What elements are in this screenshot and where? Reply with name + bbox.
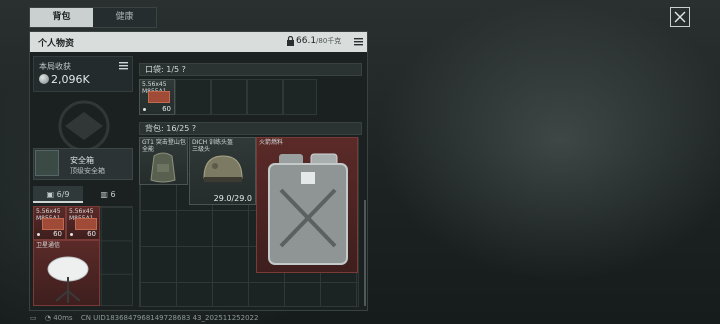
item-name: DICH 训练头盔 三级头 xyxy=(192,139,233,153)
helmet-item[interactable]: DICH 训练头盔 三级头 29.0/29.0 xyxy=(189,137,256,205)
scrollbar[interactable] xyxy=(364,200,366,306)
item-name: 火箭燃料 xyxy=(259,139,284,146)
tab-container-1[interactable]: ▣ 6/9 xyxy=(33,186,83,203)
item-count: 60 xyxy=(87,230,96,238)
pocket-slot[interactable] xyxy=(175,79,211,115)
earnings-list-icon[interactable] xyxy=(119,61,128,70)
tab-backpack[interactable]: 背包 xyxy=(30,8,93,27)
jerrycan-icon xyxy=(268,153,348,265)
container-tab-2-label: 6 xyxy=(110,190,116,199)
coin-icon xyxy=(39,74,49,84)
item-dot-icon xyxy=(37,233,40,236)
ammo-box-icon xyxy=(42,218,64,230)
safe-box-subtitle: 顶级安全箱 xyxy=(70,167,105,175)
item-dot-icon xyxy=(143,108,146,111)
list-view-icon[interactable] xyxy=(354,37,363,46)
status-bar: ▭ ◔ 40ms CN UID1836847968149728683 43_20… xyxy=(30,314,258,322)
close-icon xyxy=(674,11,686,23)
earnings-value: 2,096K xyxy=(51,73,90,86)
pocket-ammo-item[interactable]: 5.56x45 M855A1 60 xyxy=(139,79,175,115)
ping-value: 40ms xyxy=(53,314,73,322)
backpack-item[interactable]: GT1 突击登山包 全能 xyxy=(139,137,188,185)
satellite-dish-icon xyxy=(47,256,89,303)
helmet-icon xyxy=(203,155,243,182)
panel-title: 个人物资 xyxy=(38,39,75,49)
item-count: 60 xyxy=(53,230,62,238)
emblem-icon xyxy=(58,100,110,152)
tab-container-2[interactable]: ▥ 6 xyxy=(83,186,133,203)
container-tab-1-label: 6/9 xyxy=(56,190,70,199)
pocket-slot[interactable] xyxy=(283,79,317,115)
ammo-box-icon xyxy=(148,91,170,103)
backpack-icon xyxy=(150,152,176,183)
earnings-label: 本局收获 xyxy=(39,62,71,71)
battery-icon: ▭ xyxy=(30,314,37,322)
pocket-slot[interactable] xyxy=(211,79,247,115)
tab-health[interactable]: 健康 xyxy=(93,8,156,27)
safe-box-name: 安全箱 xyxy=(70,156,94,165)
weight-icon xyxy=(287,36,294,46)
pocket-slot[interactable] xyxy=(247,79,283,115)
canister-icon: ▥ xyxy=(100,190,111,199)
session-id: CN UID1836847968149728683 43_20251125202… xyxy=(80,314,259,322)
weight-readout: 66.1/80千克 xyxy=(296,36,341,46)
weight-value: 66.1 xyxy=(296,36,317,46)
satellite-item[interactable]: 卫星通信 xyxy=(33,240,100,306)
ammo-box-icon xyxy=(75,218,97,230)
top-tabs: 背包 健康 xyxy=(29,7,157,28)
durability-value: 29.0/29.0 xyxy=(213,194,252,203)
ammo-item[interactable]: 5.56x45 M855A1 60 xyxy=(66,206,100,240)
ammo-item[interactable]: 5.56x45 M855A1 60 xyxy=(33,206,66,240)
item-dot-icon xyxy=(70,233,73,236)
container-tabs: ▣ 6/9 ▥ 6 xyxy=(33,186,133,203)
weight-capacity: /80千克 xyxy=(316,37,342,45)
pocket-label: 口袋: 1/5 ? xyxy=(139,63,362,76)
safe-box-icon xyxy=(35,150,59,176)
item-name: 卫星通信 xyxy=(36,242,61,249)
backpack-label: 背包: 16/25 ? xyxy=(139,122,362,135)
container-icon: ▣ xyxy=(46,190,57,199)
fuel-can-item[interactable]: 火箭燃料 xyxy=(256,137,358,273)
close-button[interactable] xyxy=(670,7,690,27)
item-count: 60 xyxy=(162,105,171,113)
wifi-icon: ◔ xyxy=(44,314,51,322)
